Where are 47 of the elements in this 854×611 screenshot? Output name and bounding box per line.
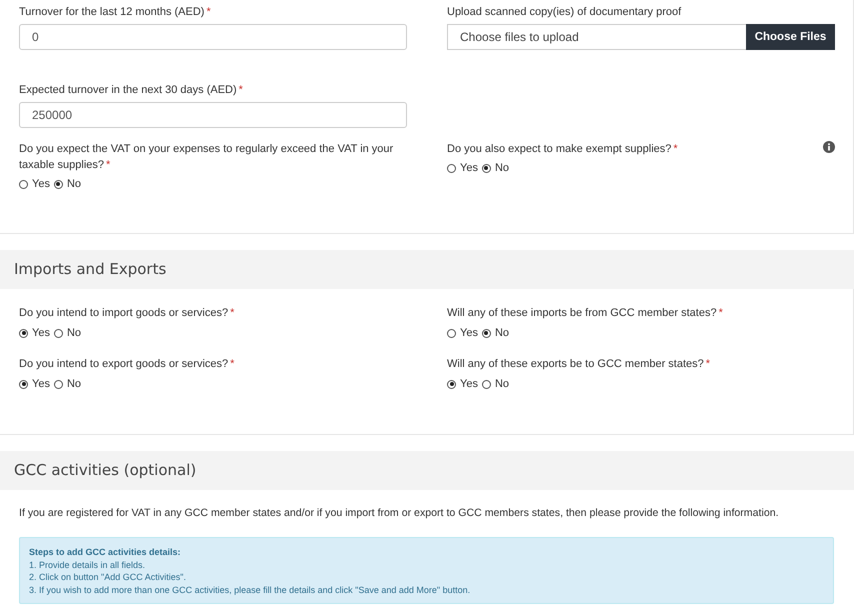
step-text: 1. Provide details in all fields. (29, 558, 146, 571)
field-label: Expected turnover in the next 30 days (AED) (19, 84, 237, 96)
turnover-field[interactable]: 0 (19, 24, 407, 50)
question-text: Will any of these exports be to GCC member states? * (447, 358, 710, 370)
section-header: GCC activities (optional) (0, 451, 854, 490)
radio-label[interactable]: No (494, 161, 510, 175)
radio-button[interactable] (447, 328, 456, 338)
question-text: Do you intend to import goods or services? * (19, 307, 234, 319)
radio-label[interactable]: No (66, 377, 82, 391)
section-header: Imports and Exports (0, 250, 854, 289)
radio-label[interactable]: No (494, 326, 510, 340)
step-text: 3. If you wish to add more than one GCC activities, please fill the details and click "Save and add More" button. (29, 584, 472, 596)
turnover-field[interactable]: 250000 (19, 102, 407, 128)
radio-button[interactable] (447, 164, 456, 172)
radio-button[interactable] (482, 164, 491, 172)
radio-label[interactable]: Yes (460, 161, 478, 175)
radio-button[interactable] (447, 380, 456, 388)
question-text: Do you expect the VAT on your expenses to regularly exceed the VAT in your taxable supplies? * (19, 143, 394, 171)
radio-label[interactable]: Yes (460, 326, 478, 340)
step-text: 2. Click on button "Add GCC Activities". (29, 571, 187, 584)
info-icon[interactable] (823, 141, 835, 153)
radio-label[interactable]: Yes (460, 377, 478, 391)
upload-field[interactable]: Choose files to upload (447, 24, 746, 50)
question-text: Do you also expect to make exempt supplies? * (447, 143, 678, 155)
radio-button[interactable] (19, 328, 28, 338)
radio-button[interactable] (54, 180, 63, 188)
question-text: Will any of these imports be from GCC member states? * (447, 307, 723, 319)
radio-label[interactable]: No (66, 177, 82, 191)
choose-files-button[interactable]: Choose Files (746, 24, 835, 50)
question-text: Do you intend to export goods or services? * (19, 358, 234, 370)
radio-label[interactable]: Yes (32, 177, 50, 191)
steps-title: Steps to add GCC activities details: (29, 546, 182, 558)
radio-button[interactable] (19, 380, 28, 388)
field-label: Upload scanned copy(ies) of documentary proof (447, 6, 682, 18)
field-label: Turnover for the last 12 months (AED) (19, 6, 204, 18)
radio-label[interactable]: No (66, 326, 82, 340)
radio-label[interactable]: Yes (32, 326, 50, 340)
radio-button[interactable] (54, 380, 63, 388)
radio-label[interactable]: Yes (32, 377, 50, 391)
required-mark: * (238, 84, 243, 96)
radio-label[interactable]: No (494, 377, 510, 391)
radio-button[interactable] (54, 328, 63, 338)
radio-button[interactable] (482, 328, 491, 338)
radio-button[interactable] (19, 180, 28, 188)
intro-text: If you are registered for VAT in any GCC member states and/or if you import from or export to GCC members states, then please provide the following information. (19, 506, 780, 520)
radio-button[interactable] (482, 380, 491, 388)
required-mark: * (206, 6, 211, 18)
